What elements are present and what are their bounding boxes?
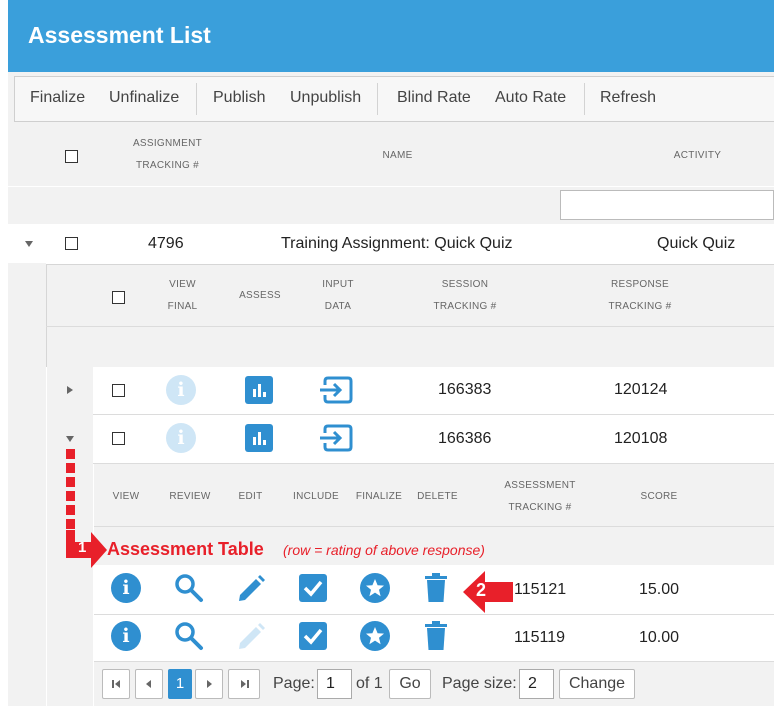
unfinalize-button[interactable]: Unfinalize bbox=[109, 89, 179, 107]
sessions-select-all-checkbox[interactable] bbox=[112, 291, 125, 304]
score-header: SCORE bbox=[640, 491, 678, 502]
collapse-row-icon[interactable] bbox=[25, 241, 33, 247]
blind-rate-button[interactable]: Blind Rate bbox=[397, 89, 471, 107]
bar-chart-icon[interactable] bbox=[245, 376, 273, 404]
response-tracking-cell: 120124 bbox=[614, 381, 668, 398]
annotation-marker-1: 1 bbox=[78, 539, 87, 556]
trash-icon[interactable] bbox=[424, 620, 448, 652]
search-icon[interactable] bbox=[173, 572, 205, 604]
unpublish-button[interactable]: Unpublish bbox=[290, 89, 361, 107]
page-1-button[interactable]: 1 bbox=[168, 669, 192, 699]
session-tracking-header: SESSION TRACKING # bbox=[433, 279, 497, 312]
edit-header: EDIT bbox=[238, 491, 263, 502]
toolbar-divider bbox=[196, 83, 197, 115]
page-size-label: Page size: bbox=[442, 675, 517, 692]
expand-row-icon[interactable] bbox=[67, 386, 73, 394]
star-icon[interactable] bbox=[360, 573, 390, 603]
input-data-icon[interactable] bbox=[318, 374, 354, 406]
finalize-header: FINALIZE bbox=[355, 491, 403, 502]
assignment-tracking-header: ASSIGNMENT TRACKING # bbox=[132, 138, 203, 171]
pencil-icon bbox=[239, 623, 265, 649]
star-icon[interactable] bbox=[360, 621, 390, 651]
page-size-input[interactable]: 2 bbox=[519, 669, 554, 699]
include-header: INCLUDE bbox=[293, 491, 339, 502]
publish-button[interactable]: Publish bbox=[213, 89, 265, 107]
toolbar: Finalize Unfinalize Publish Unpublish Bl… bbox=[14, 76, 774, 122]
checkbox-checked-icon[interactable] bbox=[299, 622, 327, 650]
activity-filter-input[interactable] bbox=[560, 190, 774, 220]
view-final-header: VIEW FINAL bbox=[167, 279, 198, 312]
info-icon[interactable]: i bbox=[166, 423, 196, 453]
review-header: REVIEW bbox=[169, 491, 211, 502]
info-icon[interactable]: i bbox=[111, 573, 141, 603]
toolbar-divider bbox=[377, 83, 378, 115]
finalize-button[interactable]: Finalize bbox=[30, 89, 85, 107]
row-checkbox[interactable] bbox=[65, 237, 78, 250]
nested-gutter bbox=[8, 263, 46, 706]
info-icon[interactable]: i bbox=[166, 375, 196, 405]
trash-icon[interactable] bbox=[424, 572, 448, 604]
go-button[interactable]: Go bbox=[389, 669, 431, 699]
refresh-button[interactable]: Refresh bbox=[600, 89, 656, 107]
pencil-icon[interactable] bbox=[235, 572, 267, 604]
app-header: Assessment List bbox=[8, 0, 774, 72]
info-icon[interactable]: i bbox=[111, 621, 141, 651]
annotation-subtitle: (row = rating of above response) bbox=[283, 542, 485, 558]
activity-cell: Quick Quiz bbox=[657, 235, 736, 252]
session-row-checkbox[interactable] bbox=[112, 384, 125, 397]
annotation-marker-2: 2 bbox=[476, 580, 487, 600]
checkbox-checked-icon[interactable] bbox=[299, 574, 327, 602]
search-icon[interactable] bbox=[173, 620, 205, 652]
auto-rate-button[interactable]: Auto Rate bbox=[495, 89, 566, 107]
bar-chart-icon[interactable] bbox=[245, 424, 273, 452]
page-number-input[interactable]: 1 bbox=[317, 669, 352, 699]
annotation-arrow-2-icon bbox=[463, 571, 513, 613]
last-page-button[interactable] bbox=[228, 669, 260, 699]
assignment-name-cell: Training Assignment: Quick Quiz bbox=[281, 235, 513, 252]
name-header: NAME bbox=[382, 150, 413, 161]
response-tracking-cell: 120108 bbox=[614, 430, 668, 447]
input-data-header: INPUT DATA bbox=[322, 279, 354, 312]
session-row-checkbox[interactable] bbox=[112, 432, 125, 445]
page-label: Page: bbox=[273, 675, 315, 692]
activity-header: ACTIVITY bbox=[673, 150, 722, 161]
toolbar-divider bbox=[584, 83, 585, 115]
page-title: Assessment List bbox=[28, 22, 211, 48]
score-cell: 15.00 bbox=[639, 581, 680, 598]
score-cell: 10.00 bbox=[639, 629, 680, 646]
assessment-tracking-cell: 115119 bbox=[514, 629, 566, 646]
first-page-button[interactable] bbox=[102, 669, 130, 699]
assignment-tracking-cell: 4796 bbox=[148, 235, 184, 252]
annotation-title: Assessment Table bbox=[107, 539, 264, 559]
assessment-tracking-cell: 115121 bbox=[514, 581, 567, 598]
select-all-checkbox[interactable] bbox=[65, 150, 78, 163]
change-button[interactable]: Change bbox=[559, 669, 635, 699]
response-tracking-header: RESPONSE TRACKING # bbox=[608, 279, 672, 312]
prev-page-button[interactable] bbox=[135, 669, 163, 699]
assess-header: ASSESS bbox=[239, 290, 281, 301]
delete-header: DELETE bbox=[417, 491, 458, 502]
next-page-button[interactable] bbox=[195, 669, 223, 699]
assessment-tracking-header: ASSESSMENT TRACKING # bbox=[504, 480, 576, 513]
session-tracking-cell: 166386 bbox=[438, 430, 492, 447]
view-header: VIEW bbox=[112, 491, 140, 502]
session-tracking-cell: 166383 bbox=[438, 381, 492, 398]
page-count-label: of 1 bbox=[356, 675, 383, 692]
input-data-icon[interactable] bbox=[318, 422, 354, 454]
collapse-row-icon[interactable] bbox=[66, 436, 74, 442]
